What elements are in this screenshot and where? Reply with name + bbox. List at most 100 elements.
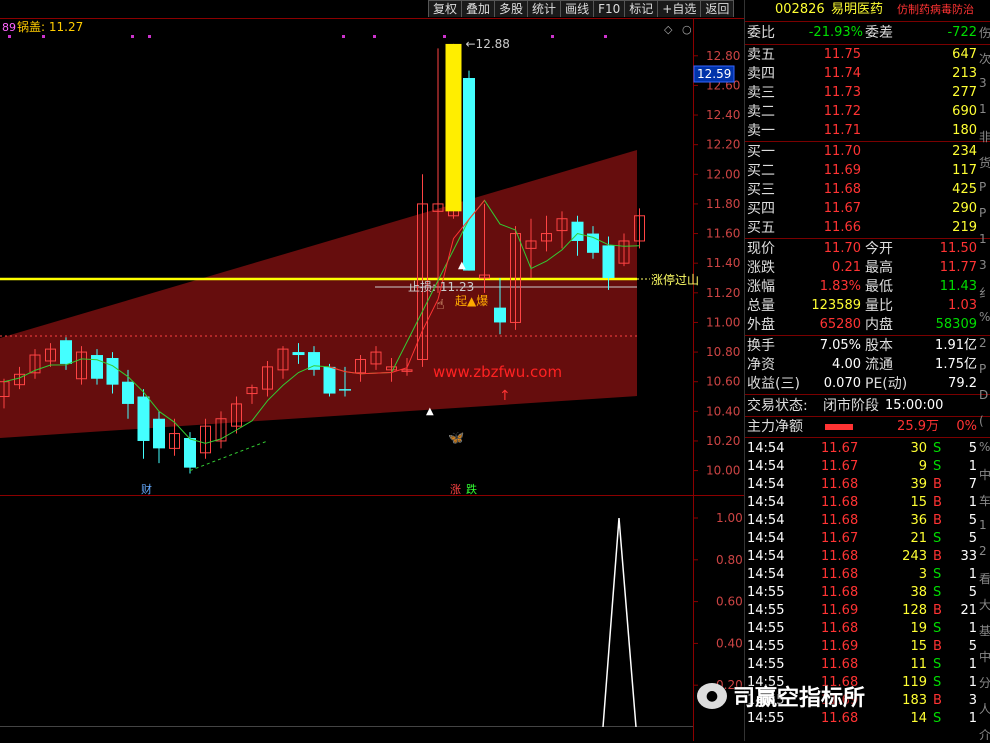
tick-side: B [933, 549, 942, 564]
sub-y-tick-label: 0.40 [716, 636, 743, 650]
tick-count: 1 [968, 675, 977, 690]
bid-label: 买四 [747, 201, 775, 217]
bid-price: 11.66 [823, 220, 861, 235]
bid-volume: 234 [952, 144, 977, 159]
y-tick-label: 10.00 [706, 464, 740, 478]
separator [745, 394, 990, 395]
stat-label: 换手 [747, 338, 775, 354]
stop-loss-label: 止损: 11.23 [408, 280, 474, 294]
tick-side: S [933, 585, 942, 600]
bid-volume: 219 [952, 220, 977, 235]
tick-side: S [933, 531, 942, 546]
tick-side: S [933, 459, 942, 474]
tick-volume: 21 [910, 531, 927, 546]
side-strip-char: 中 [979, 468, 990, 482]
stat-label: 涨幅 [747, 279, 775, 295]
tick-time: 14:55 [747, 639, 785, 654]
tick-time: 14:54 [747, 531, 785, 546]
tick-count: 3 [968, 693, 977, 708]
side-strip-char: 2 [979, 336, 987, 350]
logo-text: 司赢空指标所 [733, 686, 866, 711]
butterfly-icon: 🦋 [448, 431, 464, 446]
up-arrow-icon: ↑ [499, 388, 511, 404]
y-tick-label: 10.40 [706, 404, 740, 418]
tick-volume: 9 [918, 459, 927, 474]
toolbar-button-6[interactable]: 标记 [624, 0, 659, 17]
kline-chart[interactable]: 89 锅盖: 11.27 ◇ ○12.8012.6012.4012.2012.0011… [0, 0, 744, 741]
tick-side: S [933, 441, 942, 456]
candle-body-9 [137, 396, 150, 441]
separator [745, 437, 990, 438]
ask-row-1: 卖四 11.74 213 [745, 65, 990, 83]
ask-volume: 277 [952, 85, 977, 100]
ask-label: 卖二 [747, 104, 775, 120]
tick-price: 11.68 [821, 549, 859, 564]
side-strip-char: 车 [979, 494, 990, 508]
sub-y-tick-label: 1.00 [716, 511, 743, 525]
side-strip-char: 纟 [979, 286, 990, 300]
tick-side: B [933, 495, 942, 510]
stat-value: 1.83% [819, 279, 861, 294]
side-strip-char: 基 [979, 624, 990, 638]
toolbar-button-2[interactable]: 多股 [494, 0, 529, 17]
bid-label: 买二 [747, 163, 775, 179]
tick-volume: 15 [910, 495, 927, 510]
ask-price: 11.71 [823, 123, 861, 138]
candle-body-19 [292, 352, 305, 356]
stat-value: 11.50 [939, 241, 977, 256]
y-tick-label: 12.40 [706, 108, 740, 122]
main-flow-value: 25.9万 [897, 419, 939, 434]
side-strip-char: 伤 [979, 26, 990, 40]
candle-body-12 [184, 438, 196, 468]
indicator-prefix: 89 [2, 21, 16, 34]
stat-label: 内盘 [865, 317, 893, 333]
toolbar-button-5[interactable]: F10 [593, 0, 626, 17]
weicha-value: -722 [947, 25, 977, 40]
side-strip-char: P [979, 206, 987, 220]
tick-price: 11.68 [821, 621, 859, 636]
die-marker: 跌 [466, 482, 477, 496]
tick-time: 14:54 [747, 549, 785, 564]
small-triangle-icon: ▲ [426, 406, 434, 417]
top-marker-8 [604, 35, 607, 38]
toolbar-button-1[interactable]: 叠加 [461, 0, 496, 17]
tick-volume: 128 [902, 603, 927, 618]
y-tick-label: 11.80 [706, 197, 740, 211]
stat-value: 11.77 [939, 260, 977, 275]
stat-label: 现价 [747, 241, 775, 257]
tick-count: 7 [968, 477, 977, 492]
toolbar-button-4[interactable]: 画线 [560, 0, 595, 17]
bid-volume: 425 [952, 182, 977, 197]
toolbar-button-7[interactable]: +自选 [657, 0, 702, 17]
tick-price: 11.69 [821, 603, 859, 618]
stat2-row-2: 收益(三) 0.070 PE(动) 79.2 [745, 375, 990, 393]
stat2-row-1: 净资 4.00 流通 1.75亿 [745, 356, 990, 374]
tick-side: B [933, 603, 942, 618]
bid-label: 买三 [747, 182, 775, 198]
stock-code: 002826 [775, 2, 825, 17]
stat-value: 11.43 [939, 279, 977, 294]
top-marker-7 [551, 35, 554, 38]
tick-count: 1 [968, 495, 977, 510]
indicator-label: 锅盖: 11.27 [17, 19, 83, 34]
tick-row: 14:54 11.67 30 S 5 [745, 440, 990, 458]
bid-price: 11.68 [823, 182, 861, 197]
tick-time: 14:54 [747, 513, 785, 528]
limit-up-highlight-bar [445, 43, 462, 212]
tick-time: 14:54 [747, 567, 785, 582]
top-marker-0 [8, 35, 11, 38]
ask-volume: 180 [952, 123, 977, 138]
tick-price: 11.68 [821, 567, 859, 582]
separator [745, 416, 990, 417]
toolbar-button-3[interactable]: 统计 [527, 0, 562, 17]
y-tick-label: 12.80 [706, 49, 740, 63]
stat-value: 11.70 [823, 241, 861, 256]
current-price-tag: 12.59 [697, 67, 731, 81]
weibi-label: 委比 [747, 25, 775, 41]
toolbar-button-0[interactable]: 复权 [428, 0, 463, 17]
toolbar-button-8[interactable]: 返回 [700, 0, 735, 17]
y-tick-label: 11.60 [706, 227, 740, 241]
candle-body-6 [91, 355, 103, 379]
qibao-label: 起▲爆 [455, 294, 488, 308]
side-strip-char: 看 [979, 572, 990, 586]
